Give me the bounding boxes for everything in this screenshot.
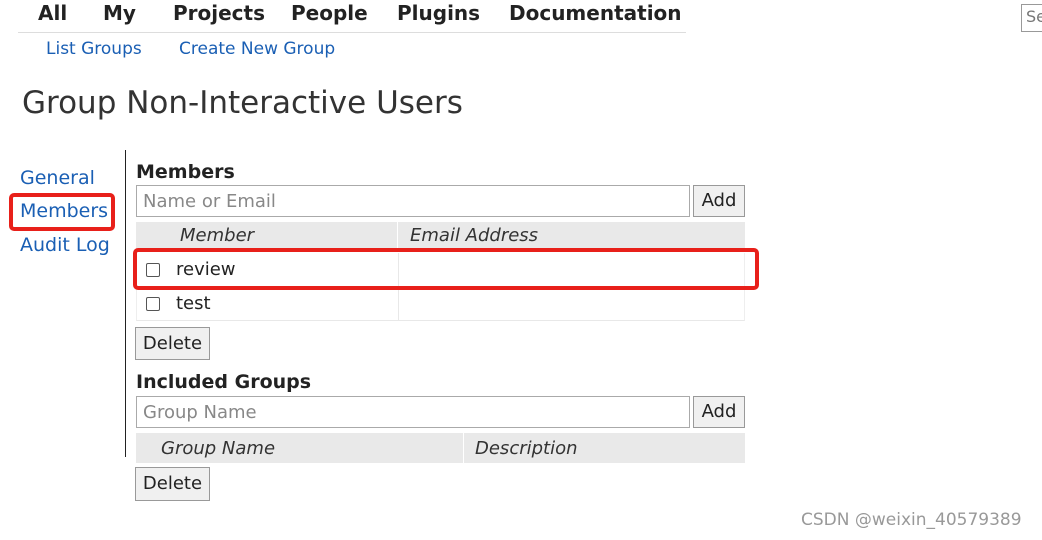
side-nav-audit-log[interactable]: Audit Log — [20, 233, 110, 257]
delete-groups-button[interactable]: Delete — [135, 467, 210, 501]
nav-plugins[interactable]: Plugins — [397, 0, 480, 26]
side-nav-members[interactable]: Members — [20, 199, 108, 223]
side-nav-general[interactable]: General — [20, 166, 95, 190]
list-groups-link[interactable]: List Groups — [46, 38, 142, 60]
table-row[interactable]: review — [136, 253, 745, 287]
member-name-input[interactable] — [136, 185, 690, 217]
groups-table-header: Group Name Description — [136, 433, 745, 463]
nav-people[interactable]: People — [291, 0, 368, 26]
column-separator — [398, 253, 399, 286]
add-member-button[interactable]: Add — [693, 185, 745, 217]
member-name: review — [176, 259, 236, 280]
content-divider — [125, 150, 126, 457]
group-name-input[interactable] — [136, 396, 690, 428]
nav-projects[interactable]: Projects — [173, 0, 265, 26]
row-checkbox[interactable] — [146, 297, 160, 311]
row-checkbox[interactable] — [146, 263, 160, 277]
column-separator — [463, 433, 464, 463]
column-separator — [397, 222, 398, 249]
table-row[interactable]: test — [136, 287, 745, 321]
top-nav: All My Projects People Plugins Documenta… — [18, 0, 686, 33]
search-input[interactable]: Se — [1021, 4, 1042, 32]
member-name: test — [176, 293, 211, 314]
add-group-button[interactable]: Add — [693, 396, 745, 428]
column-header-member: Member — [180, 225, 255, 246]
column-separator — [398, 287, 399, 320]
column-header-group-name: Group Name — [161, 438, 276, 459]
create-group-link[interactable]: Create New Group — [179, 38, 335, 60]
members-table-header: Member Email Address — [136, 222, 745, 249]
page-title: Group Non-Interactive Users — [22, 85, 463, 121]
column-header-email: Email Address — [410, 225, 539, 246]
included-groups-heading: Included Groups — [136, 371, 312, 393]
nav-all[interactable]: All — [38, 0, 67, 26]
nav-documentation[interactable]: Documentation — [509, 0, 682, 26]
nav-my[interactable]: My — [103, 0, 136, 26]
column-header-description: Description — [475, 438, 578, 459]
watermark: CSDN @weixin_40579389 — [801, 510, 1022, 530]
members-heading: Members — [136, 161, 235, 183]
delete-members-button[interactable]: Delete — [135, 327, 210, 360]
